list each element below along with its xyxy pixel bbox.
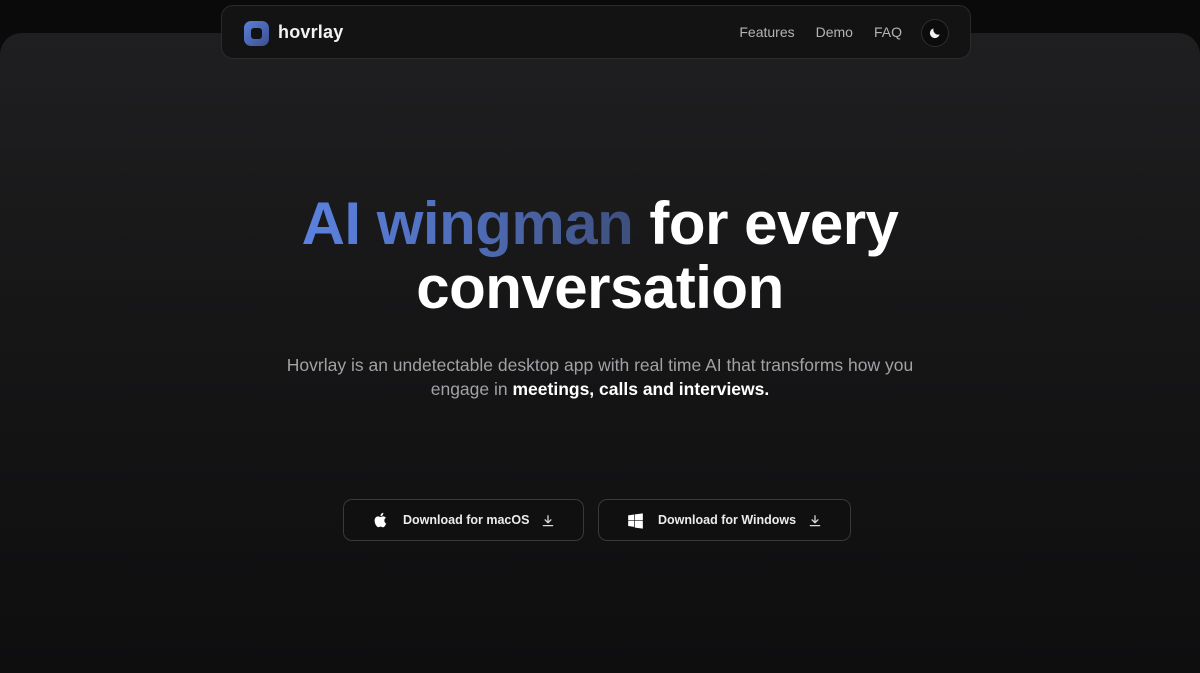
windows-icon (628, 513, 643, 529)
nav-link-demo[interactable]: Demo (816, 24, 853, 40)
nav-link-faq[interactable]: FAQ (874, 24, 902, 40)
headline-line2: conversation (416, 254, 784, 321)
hero-subtitle: Hovrlay is an undetectable desktop app w… (270, 353, 930, 401)
nav-link-features[interactable]: Features (739, 24, 794, 40)
apple-icon (374, 512, 387, 528)
headline-rest: for every (633, 190, 899, 257)
download-icon (542, 515, 554, 527)
subtitle-highlight: meetings, calls and interviews. (512, 379, 770, 399)
brand-name[interactable]: hovrlay (278, 22, 343, 43)
hero-headline: AI wingman for every conversation (0, 192, 1200, 320)
moon-icon (929, 28, 940, 39)
top-navbar: hovrlay Features Demo FAQ (221, 5, 971, 59)
download-macos-button[interactable]: Download for macOS (343, 499, 584, 541)
headline-accent: AI wingman (301, 190, 634, 257)
download-macos-label: Download for macOS (403, 513, 530, 527)
nav-links: Features Demo FAQ (739, 24, 902, 40)
theme-toggle-button[interactable] (921, 19, 949, 47)
download-windows-button[interactable]: Download for Windows (598, 499, 851, 541)
brand-logo-icon[interactable] (244, 21, 269, 46)
download-icon (809, 515, 821, 527)
brand-logo-inner (251, 28, 262, 39)
download-windows-label: Download for Windows (658, 513, 797, 527)
